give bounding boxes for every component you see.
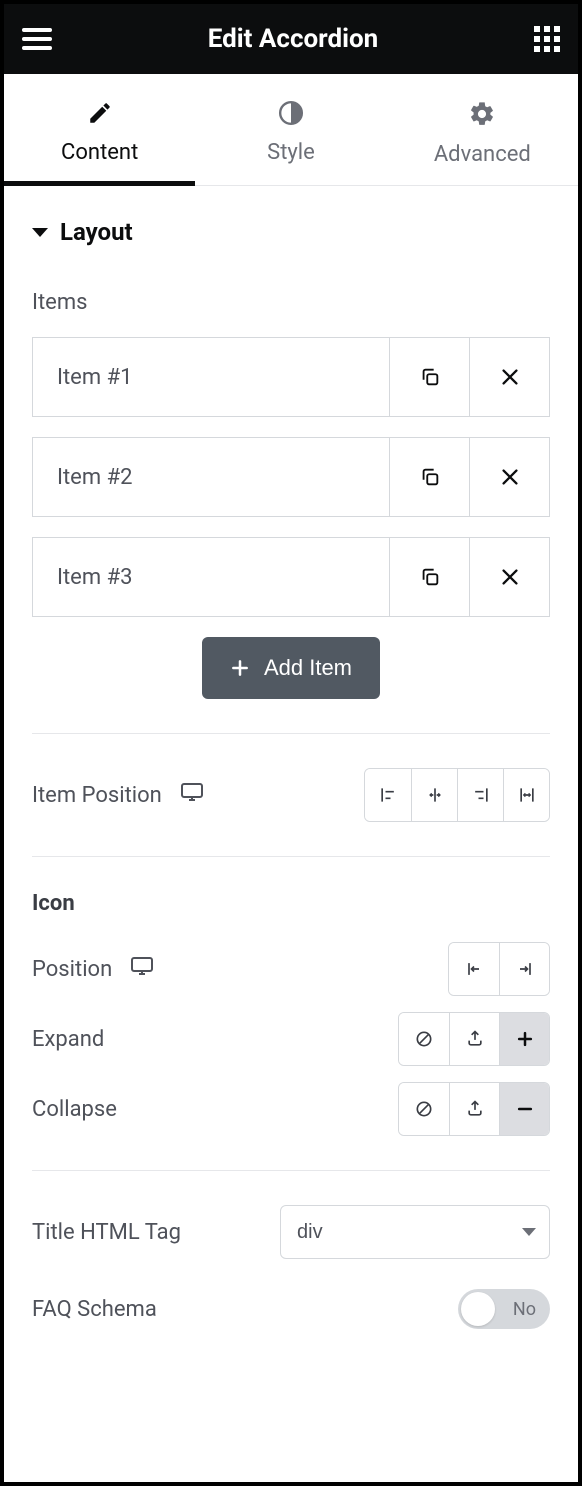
half-circle-icon	[195, 100, 386, 126]
repeater-item-title[interactable]: Item #1	[33, 338, 389, 416]
remove-button[interactable]	[469, 538, 549, 616]
item-position-label: Item Position	[32, 783, 162, 808]
collapse-upload-option[interactable]	[449, 1083, 499, 1135]
align-stretch-option[interactable]	[503, 769, 549, 821]
collapse-icon-choices	[398, 1082, 550, 1136]
section-layout-label: Layout	[60, 218, 133, 246]
pencil-icon	[4, 100, 195, 126]
tab-style-label: Style	[195, 140, 386, 165]
repeater-item-title[interactable]: Item #2	[33, 438, 389, 516]
add-item-button[interactable]: Add Item	[202, 637, 380, 699]
duplicate-button[interactable]	[389, 538, 469, 616]
expand-none-option[interactable]	[399, 1013, 449, 1065]
collapse-label: Collapse	[32, 1097, 117, 1122]
responsive-icon[interactable]	[180, 782, 204, 808]
repeater-item: Item #1	[32, 337, 550, 417]
icon-position-label: Position	[32, 957, 112, 982]
responsive-icon[interactable]	[130, 956, 154, 982]
expand-label: Expand	[32, 1027, 104, 1052]
icon-position-choices	[448, 942, 550, 996]
item-position-choices	[364, 768, 550, 822]
toggle-knob	[461, 1292, 495, 1326]
expand-plus-option[interactable]	[499, 1013, 549, 1065]
collapse-minus-option[interactable]	[499, 1083, 549, 1135]
repeater-item: Item #2	[32, 437, 550, 517]
icon-position-left[interactable]	[449, 943, 499, 995]
panel-title: Edit Accordion	[52, 24, 534, 54]
icon-position-right[interactable]	[499, 943, 549, 995]
caret-down-icon	[32, 228, 48, 237]
repeater-item-title[interactable]: Item #3	[33, 538, 389, 616]
faq-schema-value: No	[513, 1299, 536, 1320]
align-left-option[interactable]	[365, 769, 411, 821]
divider	[32, 856, 550, 857]
collapse-none-option[interactable]	[399, 1083, 449, 1135]
remove-button[interactable]	[469, 338, 549, 416]
duplicate-button[interactable]	[389, 338, 469, 416]
section-layout-toggle[interactable]: Layout	[32, 218, 550, 246]
divider	[32, 733, 550, 734]
tab-content-label: Content	[4, 140, 195, 165]
widgets-button[interactable]	[534, 26, 560, 52]
expand-upload-option[interactable]	[449, 1013, 499, 1065]
divider	[32, 1170, 550, 1171]
expand-icon-choices	[398, 1012, 550, 1066]
faq-schema-label: FAQ Schema	[32, 1297, 157, 1322]
tab-content[interactable]: Content	[4, 74, 195, 185]
remove-button[interactable]	[469, 438, 549, 516]
tab-advanced-label: Advanced	[387, 142, 578, 167]
align-center-option[interactable]	[411, 769, 457, 821]
faq-schema-toggle[interactable]: No	[458, 1289, 550, 1329]
items-label: Items	[32, 290, 550, 315]
tab-advanced[interactable]: Advanced	[387, 74, 578, 185]
add-item-label: Add Item	[264, 655, 352, 681]
tab-style[interactable]: Style	[195, 74, 386, 185]
gear-icon	[387, 100, 578, 128]
title-html-tag-select[interactable]: div	[280, 1205, 550, 1259]
icon-heading: Icon	[32, 891, 550, 916]
align-right-option[interactable]	[457, 769, 503, 821]
repeater-item: Item #3	[32, 537, 550, 617]
title-html-tag-label: Title HTML Tag	[32, 1220, 181, 1245]
menu-button[interactable]	[22, 28, 52, 50]
duplicate-button[interactable]	[389, 438, 469, 516]
